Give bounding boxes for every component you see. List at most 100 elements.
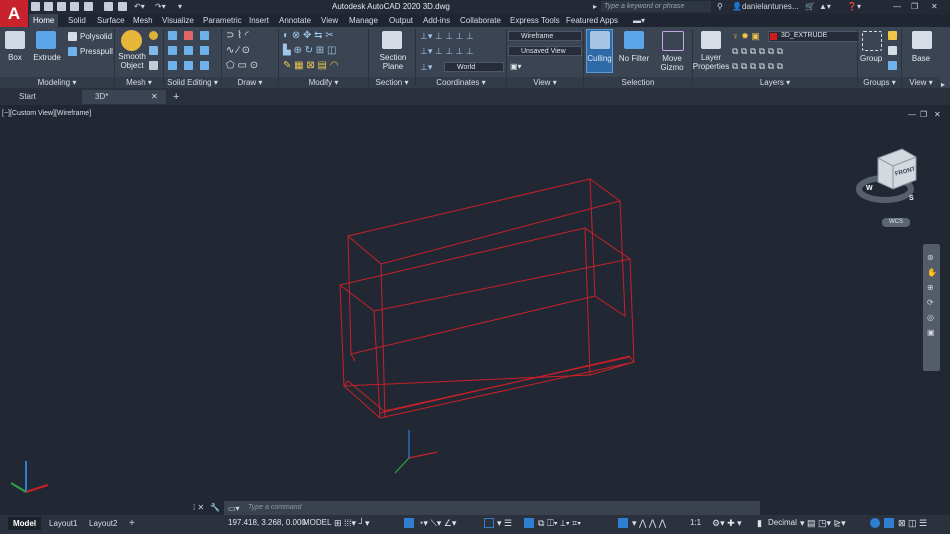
rotate-icon[interactable]: ▙ ⊕ ↻ ⊞ ◫ — [283, 45, 336, 56]
gizmo-icon[interactable] — [662, 31, 684, 51]
intersect-icon[interactable] — [200, 31, 209, 40]
selection-cycling-icons[interactable]: ⧉ ◫▾ ⊥▾ ⌗▾ — [538, 518, 581, 529]
compass-south[interactable]: S — [909, 195, 914, 202]
layer-state-icons[interactable]: ♀ ✹ ▣ — [732, 31, 760, 42]
cart-icon[interactable]: 🛒 — [805, 2, 815, 11]
search-input[interactable]: Type a keyword or phrase — [601, 1, 711, 12]
tab-output[interactable]: Output — [389, 14, 413, 27]
dynamic-ucs-icon[interactable] — [618, 518, 628, 528]
lineweight-icons[interactable]: ▾ ☰ — [497, 518, 512, 529]
panel-draw[interactable]: Draw ▾ — [222, 77, 278, 88]
help-icon[interactable]: ❓▾ — [847, 2, 861, 11]
no-filter-dropdown[interactable]: No Filter — [616, 54, 652, 63]
command-close-icon[interactable]: ⁞ ✕ — [193, 503, 204, 512]
tab-parametric[interactable]: Parametric — [203, 14, 242, 27]
tab-insert[interactable]: Insert — [249, 14, 269, 27]
layer-tools-row2[interactable]: ⧉ ⧉ ⧉ ⧉ ⧉ ⧉ — [732, 61, 783, 72]
restore-icon[interactable]: ❐ — [911, 2, 918, 11]
polysolid-button[interactable]: Polysolid — [80, 32, 112, 41]
expand-search-icon[interactable]: ▸ — [593, 2, 597, 11]
presspull-button[interactable]: Presspull — [80, 47, 113, 56]
move-gizmo-dropdown[interactable]: Move Gizmo — [654, 54, 690, 72]
named-view-dropdown[interactable]: Unsaved View — [508, 46, 582, 56]
extrude-faces-icon[interactable] — [168, 61, 177, 70]
tab-visualize[interactable]: Visualize — [162, 14, 194, 27]
ungroup-icon[interactable] — [888, 31, 897, 40]
line-icon[interactable]: ⊃ ⌇ ◜ — [226, 30, 249, 41]
layout-tab-layout1[interactable]: Layout1 — [44, 517, 82, 530]
culling-button[interactable]: Culling — [586, 54, 613, 63]
subtract-icon[interactable] — [184, 31, 193, 40]
scale-icon[interactable]: ✎ ▦ ⊠ ▤ ◠ — [283, 60, 339, 71]
coordinates-readout[interactable]: 197.418, 3.268, 0.000 — [228, 518, 306, 527]
annotation-icons[interactable]: ▾ ⋀ ⋀ ⋀ — [632, 518, 666, 529]
workspace-icons[interactable]: ⚙▾ ✚ ▾ — [712, 518, 742, 529]
slice-icon[interactable] — [184, 46, 193, 55]
a360-icon[interactable]: ▲▾ — [819, 2, 831, 11]
layer-properties-button[interactable]: Layer Properties — [692, 53, 730, 71]
new-tab-icon[interactable]: + — [173, 90, 179, 104]
minimize-icon[interactable]: — — [893, 2, 901, 11]
mesh-refine-icon[interactable] — [149, 46, 158, 55]
extract-edges-icon[interactable] — [200, 46, 209, 55]
polar-icons[interactable]: ◔▾ ⟍▾ ∠▾ — [418, 518, 456, 529]
web-mobile-icon[interactable] — [84, 2, 93, 11]
panel-view-drawing[interactable]: View ▾ — [902, 77, 940, 88]
status-tools-icons[interactable]: ▾ ▤ ◳▾ ⊵▾ — [800, 518, 846, 529]
ucs-world-dropdown[interactable]: World — [444, 62, 504, 72]
shell-icon[interactable] — [200, 61, 209, 70]
plot-icon[interactable] — [104, 2, 113, 11]
user-icon[interactable]: 👤 — [732, 2, 742, 11]
tab-mesh[interactable]: Mesh — [133, 14, 153, 27]
polyline-icon[interactable]: ∿ ∕ ⊙ — [226, 45, 250, 56]
layout-tab-layout2[interactable]: Layout2 — [84, 517, 122, 530]
compass-west[interactable]: W — [866, 185, 873, 192]
command-customize-icon[interactable]: 🔧 — [210, 503, 220, 512]
tab-annotate[interactable]: Annotate — [279, 14, 311, 27]
command-input[interactable]: Type a command — [224, 501, 760, 515]
box-button[interactable]: Box — [2, 53, 28, 62]
mesh-tool-icon[interactable] — [149, 31, 158, 40]
ribbon-toggle-icon[interactable]: ▬▾ — [633, 16, 645, 25]
group-icon[interactable] — [862, 31, 882, 51]
extrude-button[interactable]: Extrude — [30, 53, 64, 62]
close-icon[interactable]: ✕ — [931, 2, 938, 11]
user-name[interactable]: danielantunes... — [742, 2, 799, 11]
group-button[interactable]: Group — [860, 54, 882, 63]
layer-properties-icon[interactable] — [701, 31, 721, 49]
tab-manage[interactable]: Manage — [349, 14, 378, 27]
ucs-icon-toggle[interactable]: ⊥▾ — [420, 62, 432, 73]
base-view-button[interactable]: Base — [906, 54, 936, 63]
panel-coordinates[interactable]: Coordinates ▾ — [416, 77, 506, 88]
box-icon[interactable] — [5, 31, 25, 49]
culling-icon[interactable] — [590, 31, 610, 49]
smooth-object-icon[interactable] — [121, 30, 142, 51]
group-edit-icon[interactable] — [888, 46, 897, 55]
panel-section[interactable]: Section ▾ — [369, 77, 415, 88]
fillet-edge-icon[interactable] — [168, 46, 177, 55]
viewport-config-icon[interactable]: ▣▾ — [510, 62, 522, 71]
filter-icon[interactable] — [624, 31, 644, 49]
base-view-icon[interactable] — [912, 31, 932, 49]
model-space-toggle[interactable]: MODEL — [303, 518, 331, 527]
extrude-icon[interactable] — [36, 31, 56, 49]
customize-qat-icon[interactable]: ▾ — [178, 2, 182, 11]
tab-surface[interactable]: Surface — [97, 14, 125, 27]
grid-snap-icons[interactable]: ⊞ ⁞⁞⁞▾ ┘▾ — [334, 518, 369, 529]
navbar-tools-icon[interactable]: ⊛ ✋ ⊕ ⟳ ◎ ▣ — [927, 250, 937, 340]
circle-icon[interactable]: ⬠ ▭ ⊙ — [226, 60, 258, 71]
wireframe-model[interactable] — [0, 105, 950, 515]
command-history-icon[interactable]: ▭▾ — [228, 504, 240, 513]
move-icon[interactable]: ◐ ⊗ ✥ ⇆ ✂ — [283, 30, 334, 41]
section-plane-button[interactable]: Section Plane — [374, 53, 412, 71]
tab-collaborate[interactable]: Collaborate — [460, 14, 501, 27]
polysolid-icon[interactable] — [68, 32, 77, 41]
tab-view[interactable]: View — [321, 14, 338, 27]
panel-solid-editing[interactable]: Solid Editing ▾ — [164, 77, 221, 88]
save-icon[interactable] — [57, 2, 66, 11]
units-icon[interactable]: ▮ — [757, 518, 762, 529]
transparency-icon[interactable] — [524, 518, 534, 528]
new-icon[interactable] — [31, 2, 40, 11]
close-tab-icon[interactable]: ✕ — [151, 90, 158, 104]
layout-tab-model[interactable]: Model — [8, 517, 42, 530]
